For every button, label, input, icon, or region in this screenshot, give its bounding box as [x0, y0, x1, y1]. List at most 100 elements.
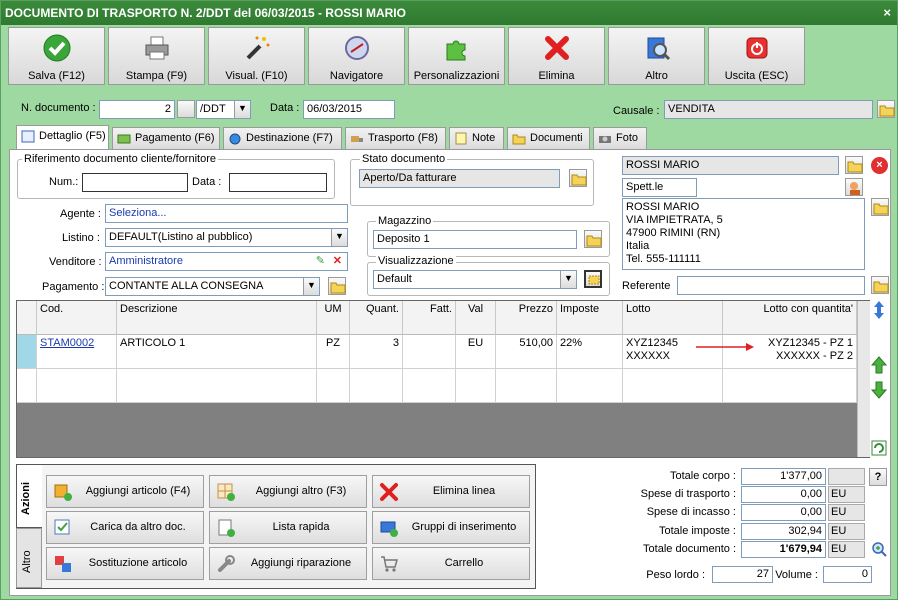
grid-scrollbar[interactable] — [857, 301, 870, 457]
other-button[interactable]: Altro — [608, 27, 705, 85]
search-client-button[interactable] — [845, 178, 863, 196]
cell-prezzo[interactable]: 510,00 — [496, 335, 557, 369]
cell-quant[interactable]: 3 — [350, 335, 403, 369]
add-repair-button[interactable]: Aggiungi riparazione — [209, 547, 367, 580]
tab-pagamento[interactable]: Pagamento (F6) — [112, 127, 220, 149]
side-tab-altro[interactable]: Altro — [16, 528, 42, 588]
venditore-input[interactable]: Amministratore ✎ ✕ — [105, 252, 348, 271]
grid-header-prezzo[interactable]: Prezzo — [496, 301, 557, 335]
new-row-cell[interactable] — [317, 369, 350, 403]
move-up-down-icon[interactable] — [870, 300, 888, 320]
causale-input[interactable]: VENDITA — [664, 100, 873, 119]
cell-fatt[interactable] — [403, 335, 456, 369]
rif-data-input[interactable] — [229, 173, 327, 192]
clear-icon[interactable]: ✕ — [333, 253, 342, 270]
stato-folder-button[interactable] — [569, 169, 587, 187]
side-tab-azioni[interactable]: Azioni — [16, 464, 42, 528]
chevron-down-icon[interactable]: ▼ — [560, 271, 576, 288]
listino-select[interactable]: DEFAULT(Listino al pubblico) ▼ — [105, 228, 348, 247]
add-other-button[interactable]: Aggiungi altro (F3) — [209, 475, 367, 508]
client-address-box[interactable]: ROSSI MARIO VIA IMPIETRATA, 5 47900 RIMI… — [622, 198, 865, 270]
preview-button[interactable]: Visual. (F10) — [208, 27, 305, 85]
tab-destinazione[interactable]: Destinazione (F7) — [223, 127, 342, 149]
grid-header-um[interactable]: UM — [317, 301, 350, 335]
cell-lotto[interactable]: XYZ12345 XXXXXX — [623, 335, 723, 369]
grid-header-imposte[interactable]: Imposte — [557, 301, 623, 335]
help-button[interactable]: ? — [869, 468, 887, 486]
causale-folder-button[interactable] — [877, 100, 895, 118]
ndoc-button[interactable] — [177, 100, 195, 118]
chevron-down-icon[interactable]: ▼ — [303, 278, 319, 295]
delete-button[interactable]: Elimina — [508, 27, 605, 85]
close-icon[interactable]: × — [883, 1, 891, 25]
cell-cod[interactable]: STAM0002 — [37, 335, 117, 369]
tab-trasporto[interactable]: Trasporto (F8) — [345, 127, 446, 149]
zoom-add-icon[interactable] — [871, 541, 888, 558]
customizations-button[interactable]: Personalizzazioni — [408, 27, 505, 85]
add-article-button[interactable]: Aggiungi articolo (F4) — [46, 475, 204, 508]
save-button[interactable]: Salva (F12) — [8, 27, 105, 85]
stato-input[interactable]: Aperto/Da fatturare — [359, 169, 560, 188]
refresh-icon[interactable] — [870, 438, 888, 458]
chevron-down-icon[interactable]: ▼ — [331, 229, 347, 246]
grid-header-lotto[interactable]: Lotto — [623, 301, 723, 335]
navigator-button[interactable]: Navigatore — [308, 27, 405, 85]
insertion-groups-button[interactable]: Gruppi di inserimento — [372, 511, 530, 544]
volume-input[interactable]: 0 — [823, 566, 872, 583]
referente-input[interactable] — [677, 276, 865, 295]
grid-header-fatt[interactable]: Fatt. — [403, 301, 456, 335]
quick-list-button[interactable]: Lista rapida — [209, 511, 367, 544]
new-row-cell[interactable] — [350, 369, 403, 403]
visualizzazione-select[interactable]: Default ▼ — [373, 270, 577, 289]
remove-client-icon[interactable]: × — [871, 157, 888, 174]
cell-descrizione[interactable]: ARTICOLO 1 — [117, 335, 317, 369]
pagamento-folder-button[interactable] — [328, 277, 346, 295]
new-row-cell[interactable] — [456, 369, 496, 403]
new-row-cell[interactable] — [723, 369, 857, 403]
num-input[interactable] — [82, 173, 188, 192]
chevron-down-icon[interactable]: ▼ — [234, 101, 250, 118]
cell-val[interactable]: EU — [456, 335, 496, 369]
grid-header-descrizione[interactable]: Descrizione — [117, 301, 317, 335]
cart-button[interactable]: Carrello — [372, 547, 530, 580]
referente-folder-button[interactable] — [871, 276, 889, 294]
magazzino-input[interactable]: Deposito 1 — [373, 230, 577, 249]
salutation-input[interactable]: Spett.le — [622, 178, 697, 197]
agente-input[interactable]: Seleziona... — [105, 204, 348, 223]
arrow-down-icon[interactable] — [870, 380, 888, 400]
replace-article-button[interactable]: Sostituzione articolo — [46, 547, 204, 580]
ndoc-input[interactable]: 2 — [99, 100, 175, 119]
load-from-doc-button[interactable]: Carica da altro doc. — [46, 511, 204, 544]
series-select[interactable]: /DDT ▼ — [196, 100, 251, 119]
grid-header-lotto-qty[interactable]: Lotto con quantita' — [723, 301, 857, 335]
spese-trasporto-input[interactable]: 0,00 — [741, 486, 826, 503]
client-name-input[interactable]: ROSSI MARIO — [622, 156, 839, 175]
edit-icon[interactable]: ✎ — [316, 253, 325, 270]
tab-documenti[interactable]: Documenti — [507, 127, 590, 149]
pagamento-select[interactable]: CONTANTE ALLA CONSEGNA ▼ — [105, 277, 320, 296]
spese-incasso-input[interactable]: 0,00 — [741, 504, 826, 521]
new-row-cell[interactable] — [37, 369, 117, 403]
cell-imposte[interactable]: 22% — [557, 335, 623, 369]
visualizzazione-edit-button[interactable] — [584, 270, 602, 288]
client-folder-button[interactable] — [845, 156, 863, 174]
print-button[interactable]: Stampa (F9) — [108, 27, 205, 85]
new-row-selector[interactable] — [17, 369, 37, 403]
tab-note[interactable]: Note — [449, 127, 504, 149]
cell-um[interactable]: PZ — [317, 335, 350, 369]
magazzino-folder-button[interactable] — [584, 230, 602, 248]
delete-line-button[interactable]: Elimina linea — [372, 475, 530, 508]
grid-header-val[interactable]: Val — [456, 301, 496, 335]
arrow-up-icon[interactable] — [870, 355, 888, 375]
exit-button[interactable]: Uscita (ESC) — [708, 27, 805, 85]
date-input[interactable]: 06/03/2015 — [303, 100, 395, 119]
new-row-cell[interactable] — [496, 369, 557, 403]
tab-foto[interactable]: Foto — [593, 127, 647, 149]
new-row-cell[interactable] — [117, 369, 317, 403]
peso-lordo-input[interactable]: 27 — [712, 566, 773, 583]
new-row-cell[interactable] — [623, 369, 723, 403]
row-selector[interactable] — [17, 335, 37, 369]
cell-lotto-qty[interactable]: XYZ12345 - PZ 1 XXXXXX - PZ 2 — [723, 335, 857, 369]
address-folder-button[interactable] — [871, 198, 889, 216]
new-row-cell[interactable] — [557, 369, 623, 403]
